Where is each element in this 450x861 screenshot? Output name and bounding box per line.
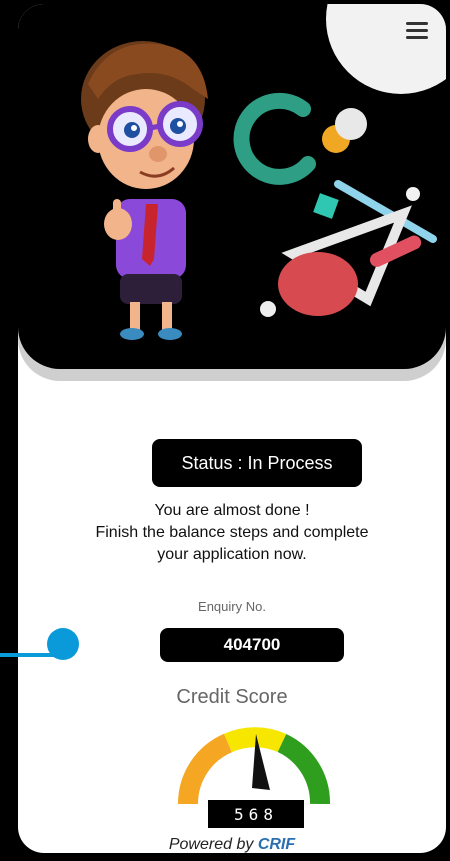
phone-frame: Status : In Process You are almost done … [10, 0, 450, 861]
app-screen: Status : In Process You are almost done … [18, 4, 446, 853]
hamburger-menu-icon[interactable] [406, 22, 428, 40]
powered-by: Powered by CRIF [18, 836, 446, 853]
status-message-line-3: your application now. [157, 546, 307, 563]
abstract-shapes-illustration [233, 92, 437, 317]
enquiry-label: Enquiry No. [198, 599, 266, 614]
annotation-pointer-dot [47, 628, 79, 660]
credit-score-value: 568 [208, 800, 304, 828]
credit-score-label: Credit Score [176, 686, 288, 708]
enquiry-number: 404700 [160, 628, 344, 662]
cartoon-boy-illustration [81, 41, 208, 340]
status-message-line-1: You are almost done ! [154, 502, 310, 519]
crif-logo: CRIF [257, 836, 296, 853]
hero-illustration [81, 41, 437, 340]
status-message-line-2: Finish the balance steps and complete [95, 524, 369, 541]
status-badge: Status : In Process [152, 439, 362, 487]
powered-by-text: Powered by [168, 836, 254, 853]
annotation-pointer-line [0, 653, 55, 657]
left-black-panel [0, 600, 12, 861]
credit-score-gauge [177, 727, 330, 804]
hero-banner [18, 4, 446, 369]
